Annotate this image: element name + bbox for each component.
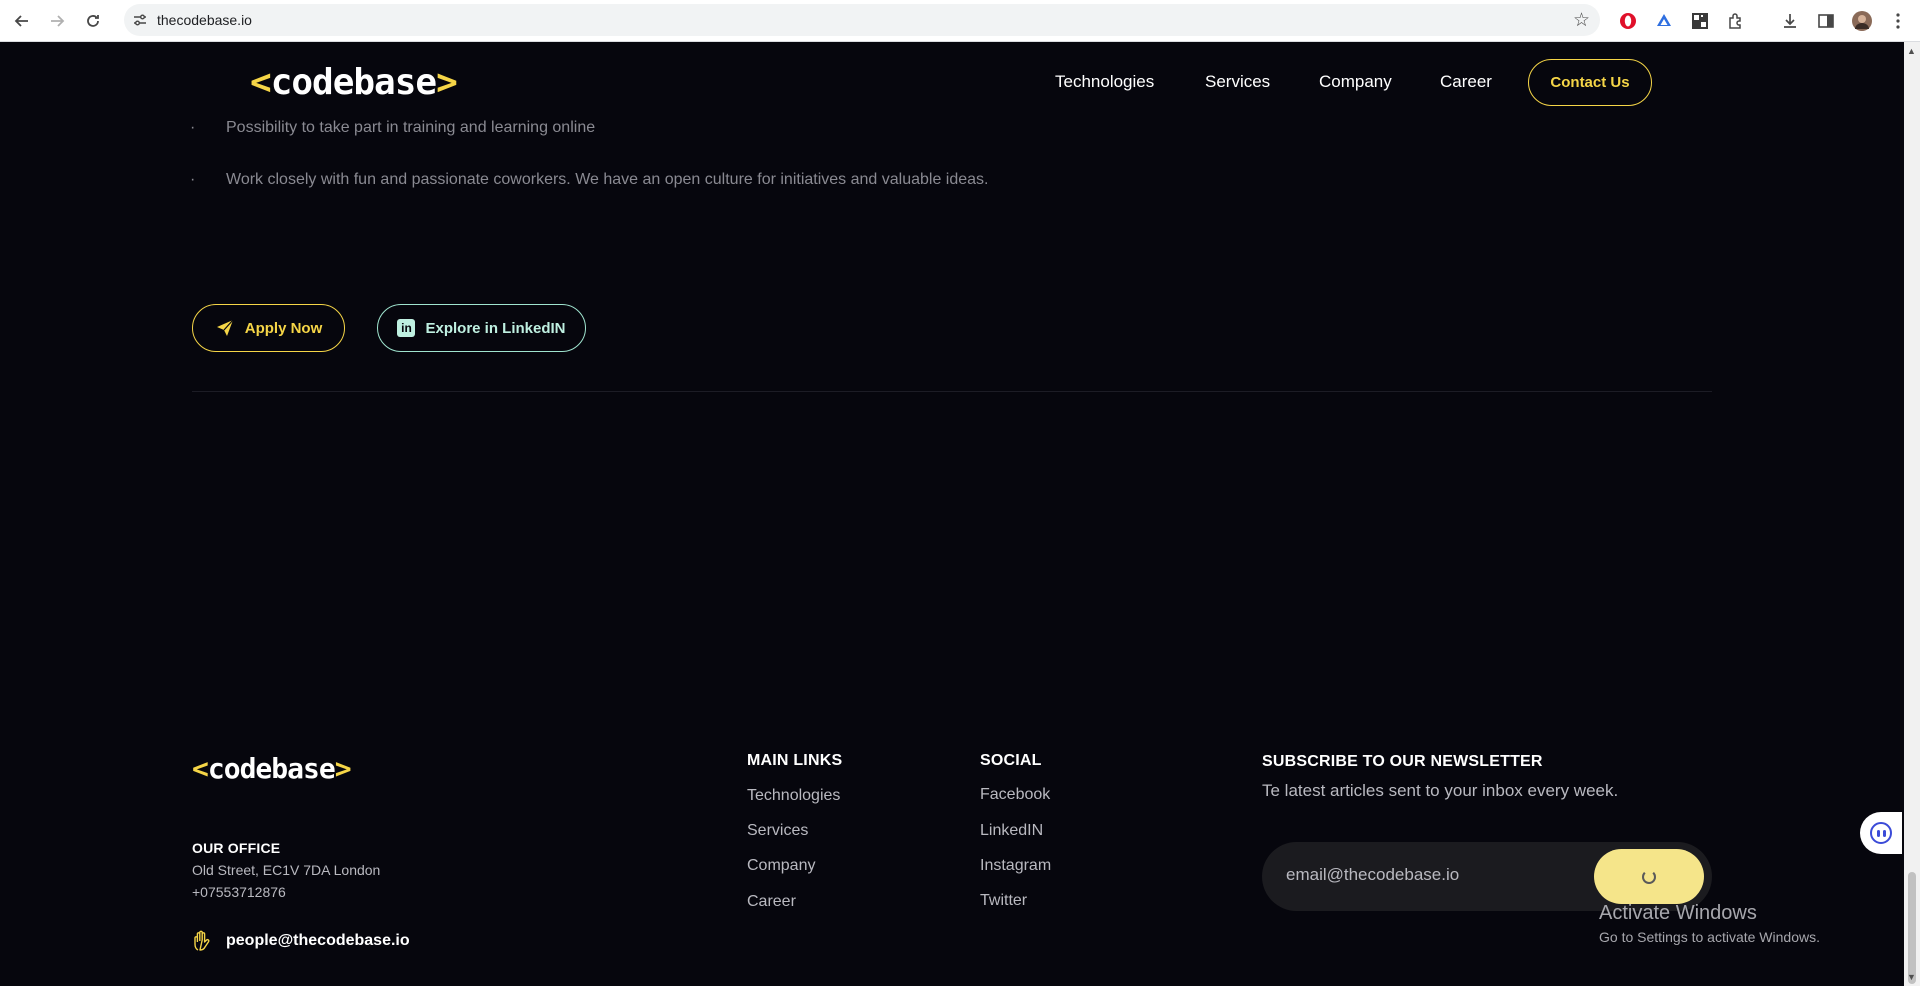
explore-linkedin-button[interactable]: in Explore in LinkedIN [377,304,586,352]
paper-plane-icon [216,319,234,336]
social-link-instagram[interactable]: Instagram [980,857,1051,875]
explore-linkedin-label: Explore in LinkedIN [425,319,566,337]
office-heading: OUR OFFICE [192,840,281,856]
benefit-text: Work closely with fun and passionate cow… [226,171,989,188]
section-divider [192,391,1712,392]
newsletter-submit-button[interactable] [1594,849,1704,904]
benefit-text: Possibility to take part in training and… [226,119,596,136]
logo-bracket-left: < [192,752,209,785]
url-text[interactable]: thecodebase.io [157,12,252,28]
newsletter-subtitle: Te latest articles sent to your inbox ev… [1262,781,1619,800]
nav-career[interactable]: Career [1440,72,1492,92]
social-heading: SOCIAL [980,752,1042,769]
footer-link-company[interactable]: Company [747,857,815,875]
apply-now-label: Apply Now [244,319,323,337]
newsletter-heading: SUBSCRIBE TO OUR NEWSLETTER [1262,753,1543,770]
main-links-heading: MAIN LINKS [747,752,843,769]
social-link-linkedin[interactable]: LinkedIN [980,822,1043,840]
extensions-puzzle-icon[interactable] [1724,9,1748,33]
logo-text: codebase [270,62,437,103]
watermark-subtitle: Go to Settings to activate Windows. [1599,929,1820,945]
apply-now-button[interactable]: Apply Now [192,304,345,352]
hand-wave-icon [194,930,210,951]
office-address: Old Street, EC1V 7DA London [192,862,381,878]
loading-spinner-icon [1642,869,1656,884]
scroll-up-arrow-icon[interactable]: ▲ [1907,46,1916,56]
newsletter-email-input[interactable] [1286,865,1566,885]
footer-email-text: people@thecodebase.io [226,932,410,949]
social-link-facebook[interactable]: Facebook [980,786,1050,804]
watermark-title: Activate Windows [1599,902,1757,924]
browser-toolbar: thecodebase.io ☆ [0,0,1920,42]
scroll-down-arrow-icon[interactable]: ▼ [1907,972,1916,982]
logo-bracket-right: > [436,62,458,103]
bookmark-star-icon[interactable]: ☆ [1573,9,1590,32]
qr-extension-icon[interactable] [1688,9,1712,33]
logo-bracket-right: > [334,752,352,785]
forward-icon[interactable] [45,9,69,33]
profile-avatar-icon[interactable] [1850,9,1874,33]
site-info-icon[interactable] [132,12,148,28]
footer-logo[interactable]: < codebase > [192,752,352,785]
chat-widget-button[interactable] [1860,812,1902,854]
logo-bracket-left: < [250,62,272,103]
reload-icon[interactable] [81,9,105,33]
nav-company[interactable]: Company [1319,72,1392,92]
office-phone[interactable]: +07553712876 [192,884,286,900]
site-logo[interactable]: < codebase > [250,62,458,103]
side-panel-icon[interactable] [1814,9,1838,33]
back-icon[interactable] [10,9,34,33]
drive-extension-icon[interactable] [1652,9,1676,33]
address-bar[interactable]: thecodebase.io ☆ [124,4,1600,36]
nav-services[interactable]: Services [1205,72,1270,92]
footer-link-technologies[interactable]: Technologies [747,787,840,805]
newsletter-form [1262,842,1712,911]
bullet-dot: · [190,119,196,136]
page-scrollbar[interactable]: ▲ ▼ [1904,42,1920,986]
bullet-dot: · [190,171,196,188]
activate-windows-watermark: Activate Windows Go to Settings to activ… [1599,902,1820,945]
opera-extension-icon[interactable] [1616,9,1640,33]
browser-menu-icon[interactable] [1886,9,1910,33]
footer-link-career[interactable]: Career [747,893,796,911]
chat-bot-icon [1870,822,1892,844]
social-link-twitter[interactable]: Twitter [980,892,1027,910]
logo-text: codebase [207,752,336,785]
footer-link-services[interactable]: Services [747,822,808,840]
contact-us-button[interactable]: Contact Us [1528,59,1652,106]
footer-email-link[interactable]: people@thecodebase.io [192,930,410,952]
scrollbar-thumb[interactable] [1908,872,1916,984]
downloads-icon[interactable] [1778,9,1802,33]
linkedin-icon: in [397,319,416,337]
nav-technologies[interactable]: Technologies [1055,72,1154,92]
